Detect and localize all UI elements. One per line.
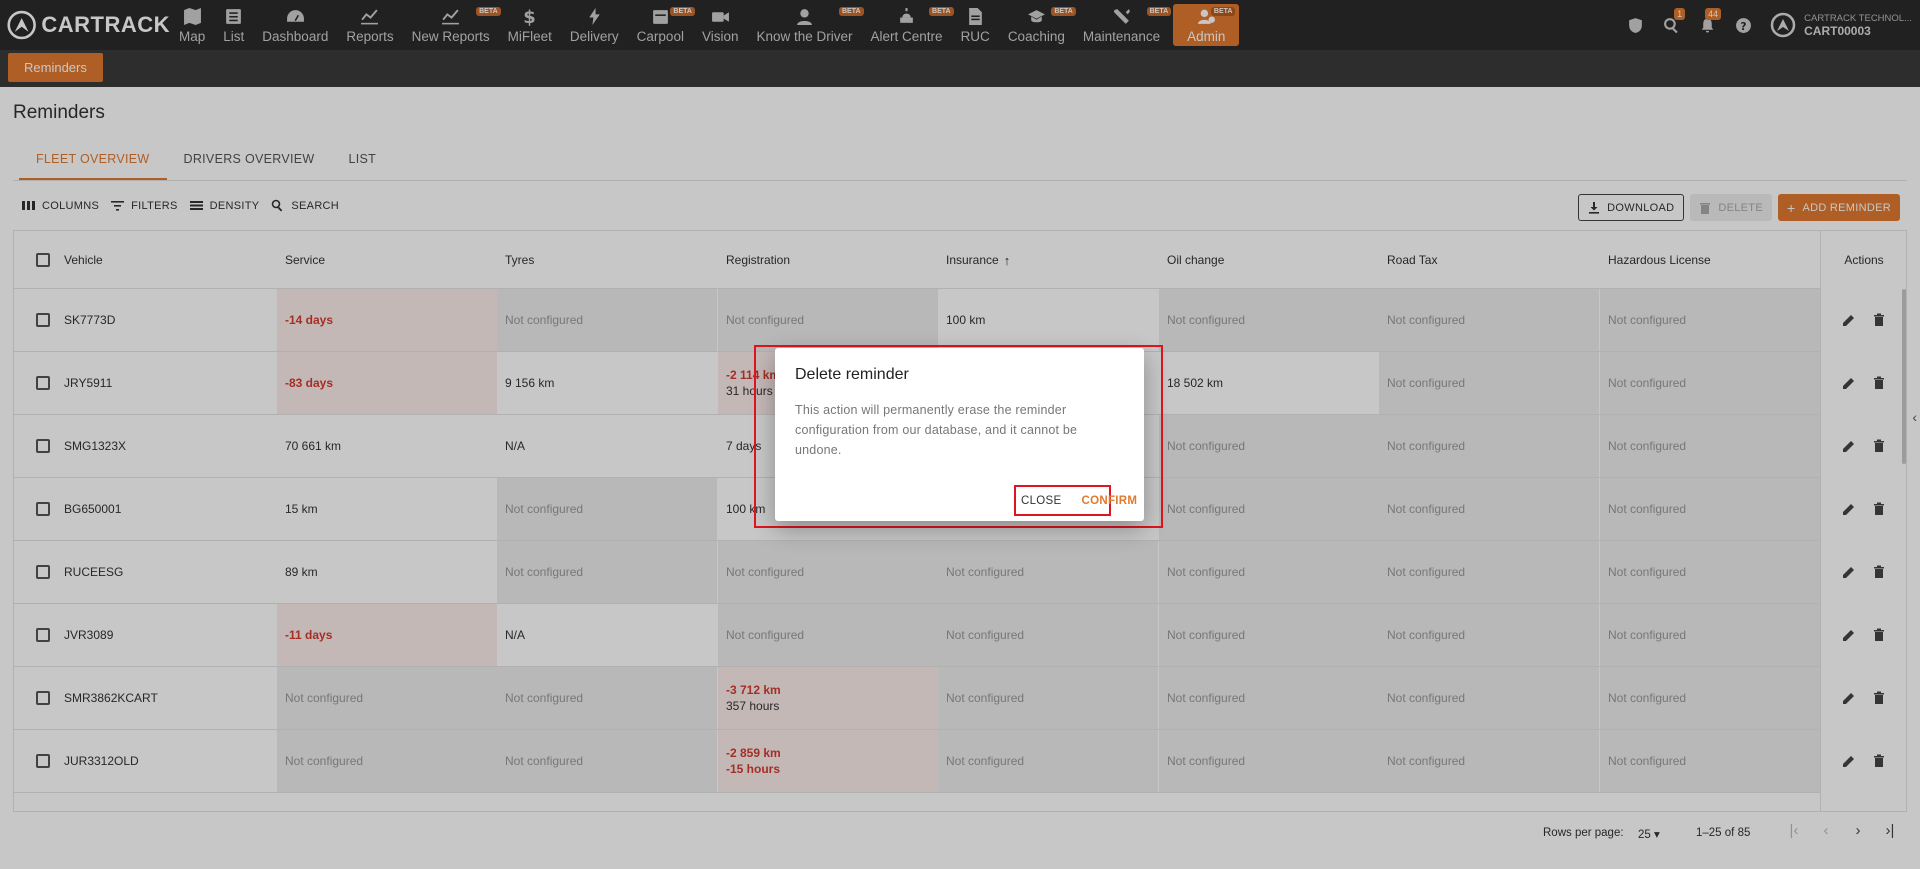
confirm-button[interactable]: CONFIRM xyxy=(1082,495,1138,507)
dialog-actions: CLOSE CONFIRM xyxy=(1014,485,1137,516)
delete-reminder-dialog: Delete reminder This action will permane… xyxy=(775,348,1144,521)
collapse-panel-icon[interactable]: ‹ xyxy=(1912,409,1917,425)
dialog-message: This action will permanently erase the r… xyxy=(795,403,1078,457)
close-button[interactable]: CLOSE xyxy=(1021,495,1062,507)
dialog-title: Delete reminder xyxy=(795,366,909,383)
